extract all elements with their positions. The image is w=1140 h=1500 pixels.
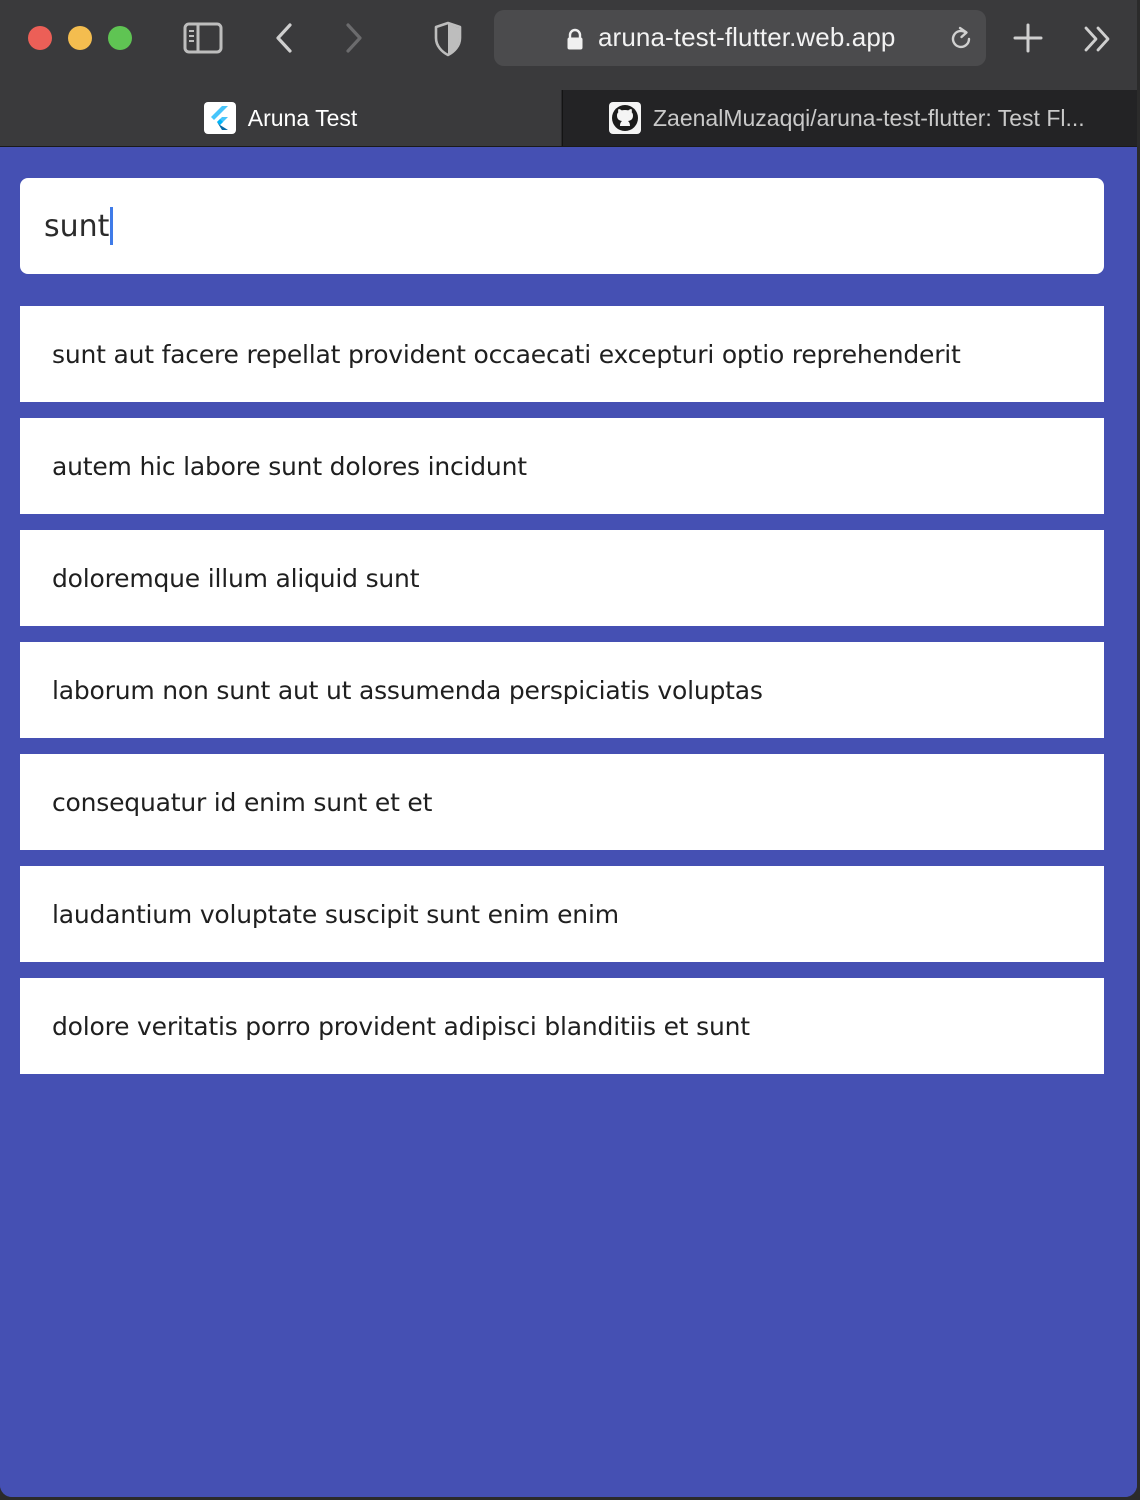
browser-window: aruna-test-flutter.web.app Aruna Test Za… [0, 0, 1137, 1497]
flutter-icon [203, 102, 236, 134]
list-item-title: doloremque illum aliquid sunt [52, 563, 420, 593]
list-item[interactable]: laudantium voluptate suscipit sunt enim … [20, 866, 1104, 962]
list-item[interactable]: laborum non sunt aut ut assumenda perspi… [20, 642, 1104, 738]
tab-github[interactable]: ZaenalMuzaqqi/aruna-test-flutter: Test F… [562, 90, 1137, 146]
url-text: aruna-test-flutter.web.app [598, 22, 896, 52]
browser-toolbar: aruna-test-flutter.web.app [0, 0, 1137, 90]
sidebar-toggle-button[interactable] [182, 20, 224, 56]
list-item-title: autem hic labore sunt dolores incidunt [52, 451, 527, 481]
tab-bar: Aruna Test ZaenalMuzaqqi/aruna-test-flut… [0, 90, 1137, 147]
app-content: sunt sunt aut facere repellat provident … [0, 147, 1137, 1497]
sidebar-icon [183, 22, 223, 54]
close-window-button[interactable] [28, 26, 52, 50]
chevron-left-icon [276, 23, 292, 53]
more-tabs-button[interactable] [1078, 18, 1118, 60]
github-icon [609, 102, 641, 134]
forward-button[interactable] [338, 18, 370, 58]
back-button[interactable] [268, 18, 300, 58]
tab-title: ZaenalMuzaqqi/aruna-test-flutter: Test F… [653, 104, 1085, 131]
list-item-title: laborum non sunt aut ut assumenda perspi… [52, 675, 763, 705]
search-input-value: sunt [44, 208, 110, 244]
results-list: sunt aut facere repellat provident occae… [20, 306, 1104, 1090]
search-box[interactable]: sunt [20, 178, 1104, 274]
minimize-window-button[interactable] [68, 26, 92, 50]
list-item[interactable]: sunt aut facere repellat provident occae… [20, 306, 1104, 402]
tab-title: Aruna Test [247, 104, 358, 131]
list-item-title: sunt aut facere repellat provident occae… [52, 339, 961, 369]
lock-icon [567, 28, 583, 50]
list-item-title: dolore veritatis porro provident adipisc… [52, 1011, 750, 1041]
address-bar[interactable]: aruna-test-flutter.web.app [494, 10, 986, 66]
zoom-window-button[interactable] [108, 26, 132, 50]
shield-icon [434, 21, 462, 57]
plus-icon [1013, 23, 1043, 53]
list-item-title: consequatur id enim sunt et et [52, 787, 433, 817]
search-input[interactable]: sunt [44, 202, 1084, 250]
text-caret [110, 207, 114, 245]
list-item[interactable]: consequatur id enim sunt et et [20, 754, 1104, 850]
list-item-title: laudantium voluptate suscipit sunt enim … [52, 899, 619, 929]
list-item[interactable]: dolore veritatis porro provident adipisc… [20, 978, 1104, 1074]
chevron-right-icon [346, 23, 362, 53]
list-item[interactable]: doloremque illum aliquid sunt [20, 530, 1104, 626]
tab-aruna-test[interactable]: Aruna Test [0, 90, 561, 146]
new-tab-button[interactable] [1008, 16, 1048, 60]
double-chevron-right-icon [1084, 26, 1110, 52]
reload-icon[interactable] [946, 24, 976, 54]
list-item[interactable]: autem hic labore sunt dolores incidunt [20, 418, 1104, 514]
privacy-report-button[interactable] [430, 18, 466, 60]
